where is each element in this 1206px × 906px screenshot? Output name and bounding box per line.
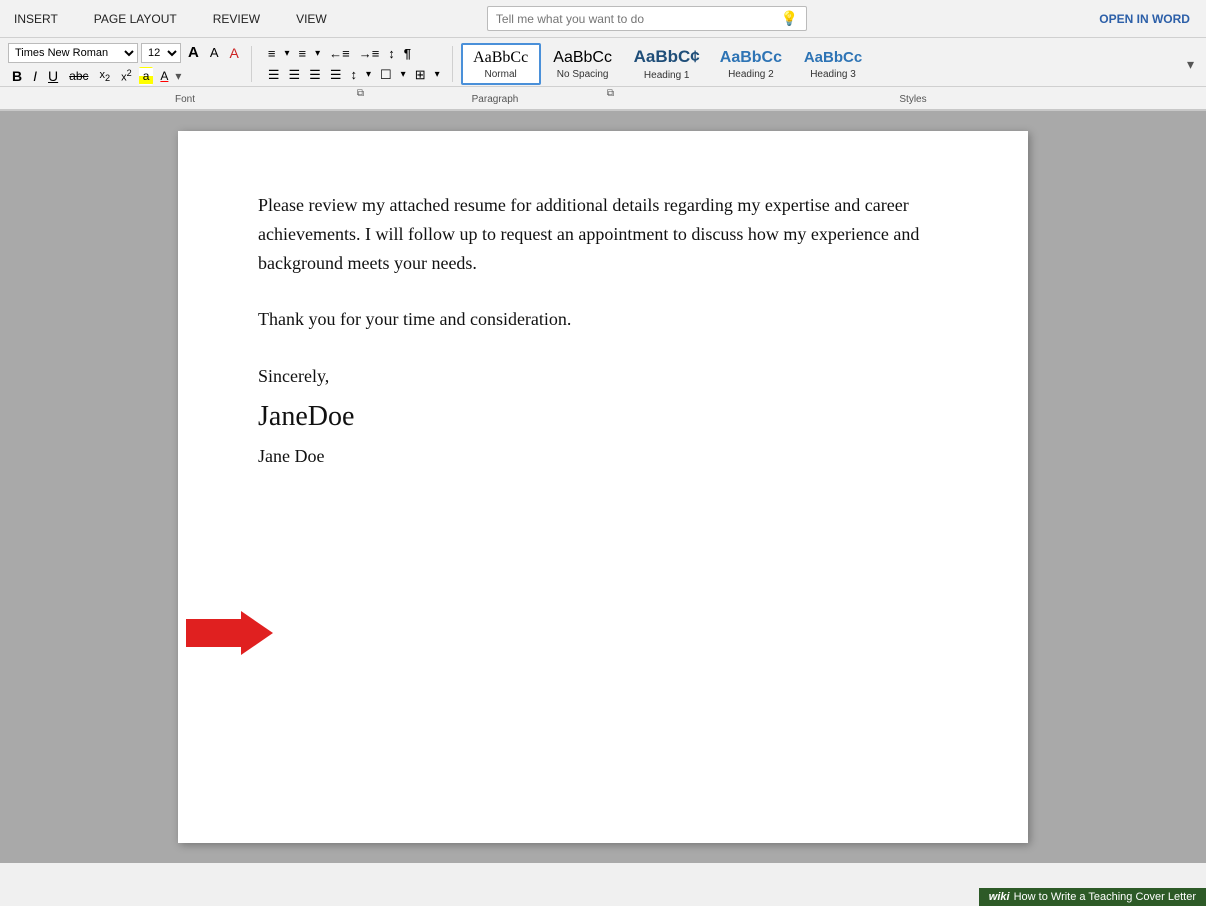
- signature-area: Sincerely, JaneDoe Jane Doe: [258, 362, 948, 470]
- ribbon-row1: Times New Roman 12 A A A B I U abc x2 x2…: [0, 42, 1206, 86]
- style-normal-preview: AaBbCc: [473, 48, 528, 67]
- align-right-button[interactable]: ☰: [305, 65, 325, 85]
- para-row2: ☰ ☰ ☰ ☰ ↕ ▾ ☐ ▾ ⊞ ▾: [264, 65, 444, 85]
- signature-name: Jane Doe: [258, 442, 948, 471]
- bold-button[interactable]: B: [8, 66, 26, 86]
- document-area: Please review my attached resume for add…: [0, 111, 1206, 863]
- borders-button[interactable]: ⊞: [411, 65, 430, 85]
- font-size-select[interactable]: 12: [141, 43, 181, 63]
- footer-wiki-label: wiki: [989, 891, 1010, 903]
- sort-button[interactable]: ↕: [384, 44, 399, 63]
- subscript-button[interactable]: x2: [96, 67, 115, 85]
- style-heading2-preview: AaBbCc: [720, 48, 782, 67]
- font-grow-button[interactable]: A: [184, 42, 203, 63]
- paragraph-2: Thank you for your time and consideratio…: [258, 305, 948, 334]
- menu-bar: INSERT PAGE LAYOUT REVIEW VIEW 💡 OPEN IN…: [0, 0, 1206, 38]
- ribbon: Times New Roman 12 A A A B I U abc x2 x2…: [0, 38, 1206, 111]
- arrow-body: [186, 619, 241, 647]
- paragraph-1-text: Please review my attached resume for add…: [258, 195, 919, 273]
- style-heading1-label: Heading 1: [644, 70, 690, 81]
- font-group-label: Font: [175, 94, 195, 105]
- bullets-dropdown[interactable]: ▾: [280, 46, 293, 61]
- style-no-spacing-label: No Spacing: [557, 69, 609, 80]
- font-color-button[interactable]: A: [156, 67, 172, 85]
- numbering-dropdown[interactable]: ▾: [311, 46, 324, 61]
- style-heading3-preview: AaBbCc: [804, 49, 862, 67]
- open-in-word-button[interactable]: OPEN IN WORD: [1091, 8, 1198, 30]
- styles-label-container: Styles: [620, 89, 1206, 107]
- show-hide-button[interactable]: ¶: [400, 44, 415, 63]
- line-spacing-button[interactable]: ↕: [346, 65, 361, 84]
- style-normal-label: Normal: [485, 69, 517, 80]
- font-label-container: Font ⧉: [0, 89, 370, 107]
- font-color-dropdown[interactable]: ▾: [175, 69, 181, 83]
- numbering-button[interactable]: ≡: [294, 44, 310, 63]
- paragraph-group-label: Paragraph: [472, 94, 519, 105]
- strikethrough-button[interactable]: abc: [65, 67, 92, 85]
- closing-text: Sincerely,: [258, 362, 948, 391]
- menu-page-layout[interactable]: PAGE LAYOUT: [88, 8, 183, 30]
- highlight-button[interactable]: a: [139, 67, 154, 85]
- para-label-container: Paragraph ⧉: [370, 89, 620, 107]
- document-content[interactable]: Please review my attached resume for add…: [258, 191, 948, 471]
- style-heading2-label: Heading 2: [728, 69, 774, 80]
- styles-group-label: Styles: [899, 94, 926, 105]
- bullets-button[interactable]: ≡: [264, 44, 280, 63]
- superscript-button[interactable]: x2: [117, 66, 136, 86]
- style-normal[interactable]: AaBbCc Normal: [461, 43, 541, 85]
- search-box[interactable]: 💡: [487, 6, 807, 31]
- para-styles-divider: [452, 46, 453, 82]
- search-input[interactable]: [496, 12, 775, 26]
- align-justify-button[interactable]: ☰: [326, 65, 346, 85]
- red-arrow: [186, 611, 273, 655]
- document-page: Please review my attached resume for add…: [178, 131, 1028, 843]
- borders-dropdown[interactable]: ▾: [431, 67, 444, 82]
- underline-button[interactable]: U: [44, 66, 62, 86]
- style-heading1-preview: AaBbC¢: [634, 47, 700, 67]
- font-para-divider: [251, 46, 252, 82]
- ribbon-labels-row: Font ⧉ Paragraph ⧉ Styles: [0, 86, 1206, 109]
- footer-title: How to Write a Teaching Cover Letter: [1014, 891, 1196, 903]
- font-dialog-button[interactable]: ⧉: [357, 88, 364, 99]
- style-heading3[interactable]: AaBbCc Heading 3: [793, 45, 873, 84]
- styles-scroll-button[interactable]: ▾: [1183, 54, 1198, 75]
- paragraph-1: Please review my attached resume for add…: [258, 191, 948, 277]
- align-left-button[interactable]: ☰: [264, 65, 284, 85]
- footer-bar: wiki How to Write a Teaching Cover Lette…: [979, 888, 1206, 906]
- font-name-select[interactable]: Times New Roman: [8, 43, 138, 63]
- clear-format-button[interactable]: A: [226, 43, 243, 63]
- style-heading2[interactable]: AaBbCc Heading 2: [711, 44, 791, 84]
- signature-script: JaneDoe: [258, 395, 948, 440]
- shading-dropdown[interactable]: ▾: [397, 67, 410, 82]
- menu-insert[interactable]: INSERT: [8, 8, 64, 30]
- menu-view[interactable]: VIEW: [290, 8, 333, 30]
- style-heading3-label: Heading 3: [810, 69, 856, 80]
- lightbulb-icon: 💡: [780, 10, 797, 27]
- style-heading1[interactable]: AaBbC¢ Heading 1: [625, 43, 709, 84]
- font-group: Times New Roman 12 A A A B I U abc x2 x2…: [8, 42, 243, 86]
- font-shrink-button[interactable]: A: [206, 43, 223, 62]
- para-dialog-button[interactable]: ⧉: [607, 88, 614, 99]
- arrow-head: [241, 611, 273, 655]
- para-row1: ≡ ▾ ≡ ▾ ←≡ →≡ ↕ ¶: [264, 44, 444, 63]
- menu-review[interactable]: REVIEW: [207, 8, 266, 30]
- style-no-spacing-preview: AaBbCc: [553, 48, 612, 67]
- outdent-button[interactable]: ←≡: [325, 44, 354, 63]
- line-spacing-dropdown[interactable]: ▾: [362, 67, 375, 82]
- styles-group: AaBbCc Normal AaBbCc No Spacing AaBbC¢ H…: [461, 43, 1198, 85]
- italic-button[interactable]: I: [29, 66, 41, 86]
- indent-button[interactable]: →≡: [355, 44, 384, 63]
- paragraph-2-text: Thank you for your time and consideratio…: [258, 309, 571, 329]
- align-center-button[interactable]: ☰: [285, 65, 305, 85]
- shading-button[interactable]: ☐: [376, 65, 396, 85]
- paragraph-group: ≡ ▾ ≡ ▾ ←≡ →≡ ↕ ¶ ☰ ☰ ☰ ☰ ↕ ▾ ☐ ▾ ⊞ ▾: [264, 44, 444, 85]
- font-format-row: B I U abc x2 x2 a A ▾: [8, 66, 243, 86]
- style-no-spacing[interactable]: AaBbCc No Spacing: [543, 44, 623, 84]
- font-name-row: Times New Roman 12 A A A: [8, 42, 243, 63]
